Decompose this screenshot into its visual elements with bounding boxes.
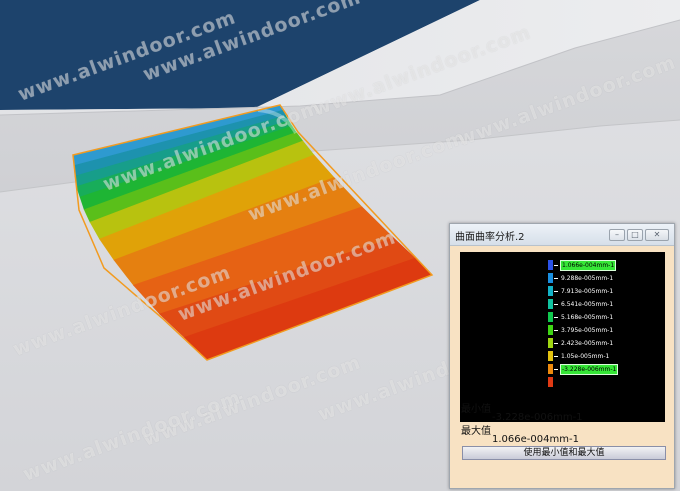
legend-tick [554,265,558,266]
legend-color-swatch [548,286,553,296]
legend-color-swatch [548,273,553,283]
legend-value-label: -3.228e-006mm-1 [559,364,619,375]
color-scale-legend[interactable]: 1.066e-004mm-1 9.288e-005mm-1 7.913e-005mm… [460,252,665,422]
max-value: 1.066e-004mm-1 [492,434,579,445]
legend-color-swatch [548,299,553,309]
legend-tick [554,356,558,357]
min-value: -3.228e-006mm-1 [492,412,583,423]
min-label: 最小值 [461,404,491,415]
legend-tick [554,278,558,279]
legend-tick [554,369,558,370]
legend-value-label: 6.541e-005mm-1 [561,301,614,308]
legend-tick [554,317,558,318]
dialog-titlebar[interactable]: 曲面曲率分析.2 – □ ✕ [450,224,674,246]
legend-tick [554,343,558,344]
legend-value-label: 1.066e-004mm-1 [559,260,617,271]
curvature-analysis-dialog: 曲面曲率分析.2 – □ ✕ 1.066e-004mm-1 9.288e-005m… [449,223,675,489]
legend-color-swatch [548,325,553,335]
max-label: 最大值 [461,426,491,437]
dialog-title: 曲面曲率分析.2 [455,232,525,243]
legend-color-swatch [548,364,553,374]
legend-value-label: 5.168e-005mm-1 [561,314,614,321]
legend-tick [554,304,558,305]
legend-tick [554,291,558,292]
legend-value-label: 2.423e-005mm-1 [561,340,614,347]
maximize-button[interactable]: □ [627,229,643,241]
legend-color-swatch [548,338,553,348]
legend-color-swatch [548,312,553,322]
close-button[interactable]: ✕ [645,229,669,241]
legend-value-label: 9.288e-005mm-1 [561,275,614,282]
legend-value-label: 3.795e-005mm-1 [561,327,614,334]
legend-color-swatch [548,377,553,387]
use-min-max-button[interactable]: 使用最小值和最大值 [462,446,666,460]
minimize-button[interactable]: – [609,229,625,241]
legend-color-swatch [548,351,553,361]
legend-value-label: 1.05e-005mm-1 [561,353,610,360]
legend-tick [554,330,558,331]
legend-color-swatch [548,260,553,270]
legend-value-label: 7.913e-005mm-1 [561,288,614,295]
